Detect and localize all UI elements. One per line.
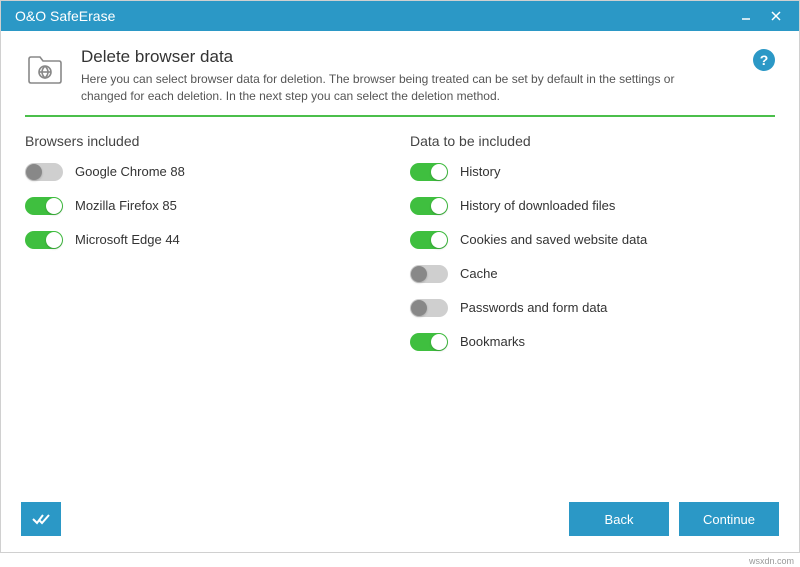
titlebar: O&O SafeErase (1, 1, 799, 31)
toggle-knob (411, 266, 427, 282)
toggle-knob (26, 164, 42, 180)
toggle-knob (46, 232, 62, 248)
toggle-label: Cache (460, 266, 498, 281)
data-row-bookmarks: Bookmarks (410, 333, 775, 351)
header-text: Delete browser data Here you can select … (81, 47, 737, 105)
toggle-firefox[interactable] (25, 197, 63, 215)
minimize-icon (740, 10, 752, 22)
data-row-download-history: History of downloaded files (410, 197, 775, 215)
data-row-cache: Cache (410, 265, 775, 283)
data-column: Data to be included History History of d… (410, 133, 775, 488)
browser-row-firefox: Mozilla Firefox 85 (25, 197, 390, 215)
app-window: O&O SafeErase Delete browser data Here y… (0, 0, 800, 553)
page-header: Delete browser data Here you can select … (1, 31, 799, 115)
data-row-passwords: Passwords and form data (410, 299, 775, 317)
toggle-label: History (460, 164, 500, 179)
watermark: wsxdn.com (749, 556, 794, 566)
double-check-icon (32, 513, 50, 525)
toggle-cookies[interactable] (410, 231, 448, 249)
toggle-passwords[interactable] (410, 299, 448, 317)
toggle-chrome[interactable] (25, 163, 63, 181)
toggle-knob (431, 232, 447, 248)
toggle-knob (411, 300, 427, 316)
toggle-cache[interactable] (410, 265, 448, 283)
toggle-edge[interactable] (25, 231, 63, 249)
close-icon (770, 10, 782, 22)
app-title: O&O SafeErase (15, 8, 731, 24)
browsers-column: Browsers included Google Chrome 88 Mozil… (25, 133, 390, 488)
data-row-history: History (410, 163, 775, 181)
content-area: Browsers included Google Chrome 88 Mozil… (1, 117, 799, 488)
toggle-label: History of downloaded files (460, 198, 615, 213)
toggle-label: Google Chrome 88 (75, 164, 185, 179)
minimize-button[interactable] (731, 1, 761, 31)
close-button[interactable] (761, 1, 791, 31)
select-all-button[interactable] (21, 502, 61, 536)
browser-row-chrome: Google Chrome 88 (25, 163, 390, 181)
back-button[interactable]: Back (569, 502, 669, 536)
data-column-title: Data to be included (410, 133, 775, 149)
toggle-knob (431, 198, 447, 214)
toggle-label: Mozilla Firefox 85 (75, 198, 177, 213)
toggle-knob (46, 198, 62, 214)
data-row-cookies: Cookies and saved website data (410, 231, 775, 249)
toggle-knob (431, 334, 447, 350)
page-title: Delete browser data (81, 47, 737, 67)
toggle-label: Passwords and form data (460, 300, 607, 315)
browser-row-edge: Microsoft Edge 44 (25, 231, 390, 249)
toggle-label: Cookies and saved website data (460, 232, 647, 247)
toggle-knob (431, 164, 447, 180)
toggle-history[interactable] (410, 163, 448, 181)
browser-folder-icon (25, 49, 65, 89)
browsers-column-title: Browsers included (25, 133, 390, 149)
toggle-label: Microsoft Edge 44 (75, 232, 180, 247)
page-description: Here you can select browser data for del… (81, 71, 701, 105)
toggle-bookmarks[interactable] (410, 333, 448, 351)
toggle-label: Bookmarks (460, 334, 525, 349)
toggle-download-history[interactable] (410, 197, 448, 215)
help-button[interactable]: ? (753, 49, 775, 71)
continue-button[interactable]: Continue (679, 502, 779, 536)
footer: Back Continue (1, 488, 799, 552)
